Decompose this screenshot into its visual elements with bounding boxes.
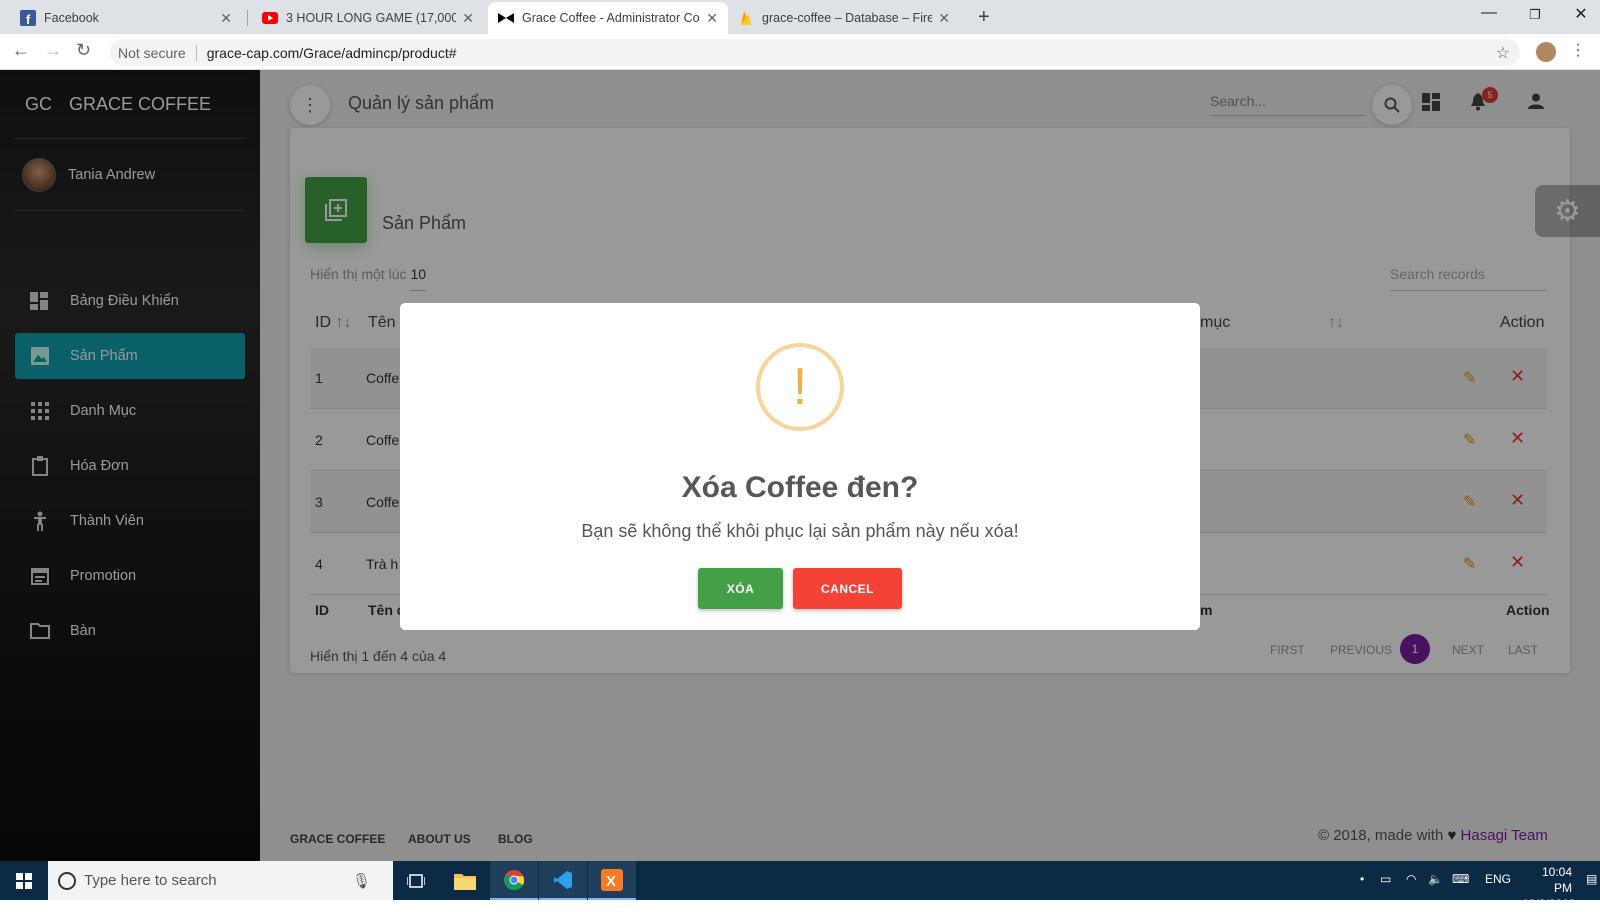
close-tab-icon[interactable]: ✕ (706, 10, 718, 27)
tab-title: Grace Coffee - Administrator Cor (522, 11, 701, 25)
delete-confirm-dialog: ! Xóa Coffee đen? Bạn sẽ không thể khôi … (400, 303, 1200, 630)
profile-avatar[interactable] (1536, 42, 1556, 62)
file-explorer-icon[interactable] (441, 861, 489, 900)
windows-taskbar: Type here to search 🎙 X • ▭ ◠ 🔈 ⌨ ENG 10… (0, 861, 1600, 911)
tab-title: grace-coffee – Database – Fireba (762, 11, 933, 25)
battery-icon[interactable]: ▭ (1380, 872, 1391, 886)
dialog-title: Xóa Coffee đen? (681, 471, 919, 504)
tab-facebook[interactable]: f Facebook ✕ (10, 2, 242, 34)
close-tab-icon[interactable]: ✕ (220, 10, 232, 27)
tab-youtube[interactable]: 3 HOUR LONG GAME (17,000+ A ✕ (252, 2, 484, 34)
facebook-icon: f (20, 10, 36, 26)
youtube-icon (262, 10, 278, 26)
reload-icon[interactable]: ↻ (76, 40, 91, 61)
bow-icon (498, 10, 514, 26)
security-label: Not secure (118, 44, 186, 61)
task-view-icon[interactable] (392, 861, 440, 900)
close-tab-icon[interactable]: ✕ (938, 10, 950, 27)
url-text[interactable]: grace-cap.com/Grace/admincp/product# (207, 45, 457, 61)
show-hidden-icons[interactable]: • (1360, 872, 1364, 886)
browser-tabbar: f Facebook ✕ 3 HOUR LONG GAME (17,000+ A… (0, 0, 1600, 34)
back-icon[interactable]: ← (12, 40, 30, 61)
minimize-icon[interactable]: — (1474, 4, 1504, 22)
window-close-icon[interactable]: ✕ (1566, 4, 1596, 24)
clock-date: 12/3/2018 (1522, 897, 1576, 911)
taskbar-search-input[interactable]: Type here to search 🎙 (48, 861, 393, 900)
address-bar[interactable]: i Not secure grace-cap.com/Grace/admincp… (110, 39, 1520, 703)
volume-icon[interactable]: 🔈 (1428, 872, 1443, 886)
new-tab-icon[interactable]: + (978, 6, 990, 29)
tab-grace-coffee[interactable]: Grace Coffee - Administrator Cor ✕ (488, 2, 728, 34)
wifi-icon[interactable]: ◠ (1406, 872, 1416, 886)
svg-text:f: f (26, 12, 31, 26)
forward-icon[interactable]: → (44, 40, 62, 61)
browser-menu-icon[interactable]: ⋮ (1570, 40, 1586, 60)
exclamation-icon: ! (756, 343, 844, 431)
clock-time: 10:04 PM (1541, 865, 1572, 895)
action-center-icon[interactable]: ▤ (1586, 872, 1597, 886)
chrome-icon[interactable] (490, 861, 538, 900)
cortana-icon (58, 871, 76, 890)
language-indicator[interactable]: ENG (1485, 872, 1511, 886)
tab-title: Facebook (44, 11, 99, 25)
dialog-message: Bạn sẽ không thể khôi phục lại sản phẩm … (581, 521, 1019, 541)
confirm-delete-button[interactable]: XÓA (698, 568, 783, 609)
microphone-icon[interactable]: 🎙 (352, 872, 371, 890)
clock[interactable]: 10:04 PM 12/3/2018 (1522, 864, 1576, 912)
tab-title: 3 HOUR LONG GAME (17,000+ A (286, 11, 457, 25)
restore-icon[interactable]: ❐ (1520, 7, 1550, 23)
vscode-icon[interactable] (539, 861, 587, 900)
close-tab-icon[interactable]: ✕ (462, 10, 474, 27)
keyboard-icon[interactable]: ⌨ (1452, 872, 1469, 886)
browser-toolbar: ← → ↻ i Not secure grace-cap.com/Grace/a… (0, 34, 1600, 703)
cancel-button[interactable]: CANCEL (793, 568, 902, 609)
tab-firebase[interactable]: grace-coffee – Database – Fireba ✕ (728, 2, 960, 34)
windows-start-icon[interactable] (0, 861, 48, 900)
xampp-icon[interactable]: X (588, 861, 636, 900)
bookmark-star-icon[interactable]: ☆ (1496, 43, 1510, 63)
svg-text:X: X (606, 873, 616, 890)
taskbar-search-placeholder: Type here to search (84, 872, 217, 889)
firebase-icon (738, 10, 754, 26)
